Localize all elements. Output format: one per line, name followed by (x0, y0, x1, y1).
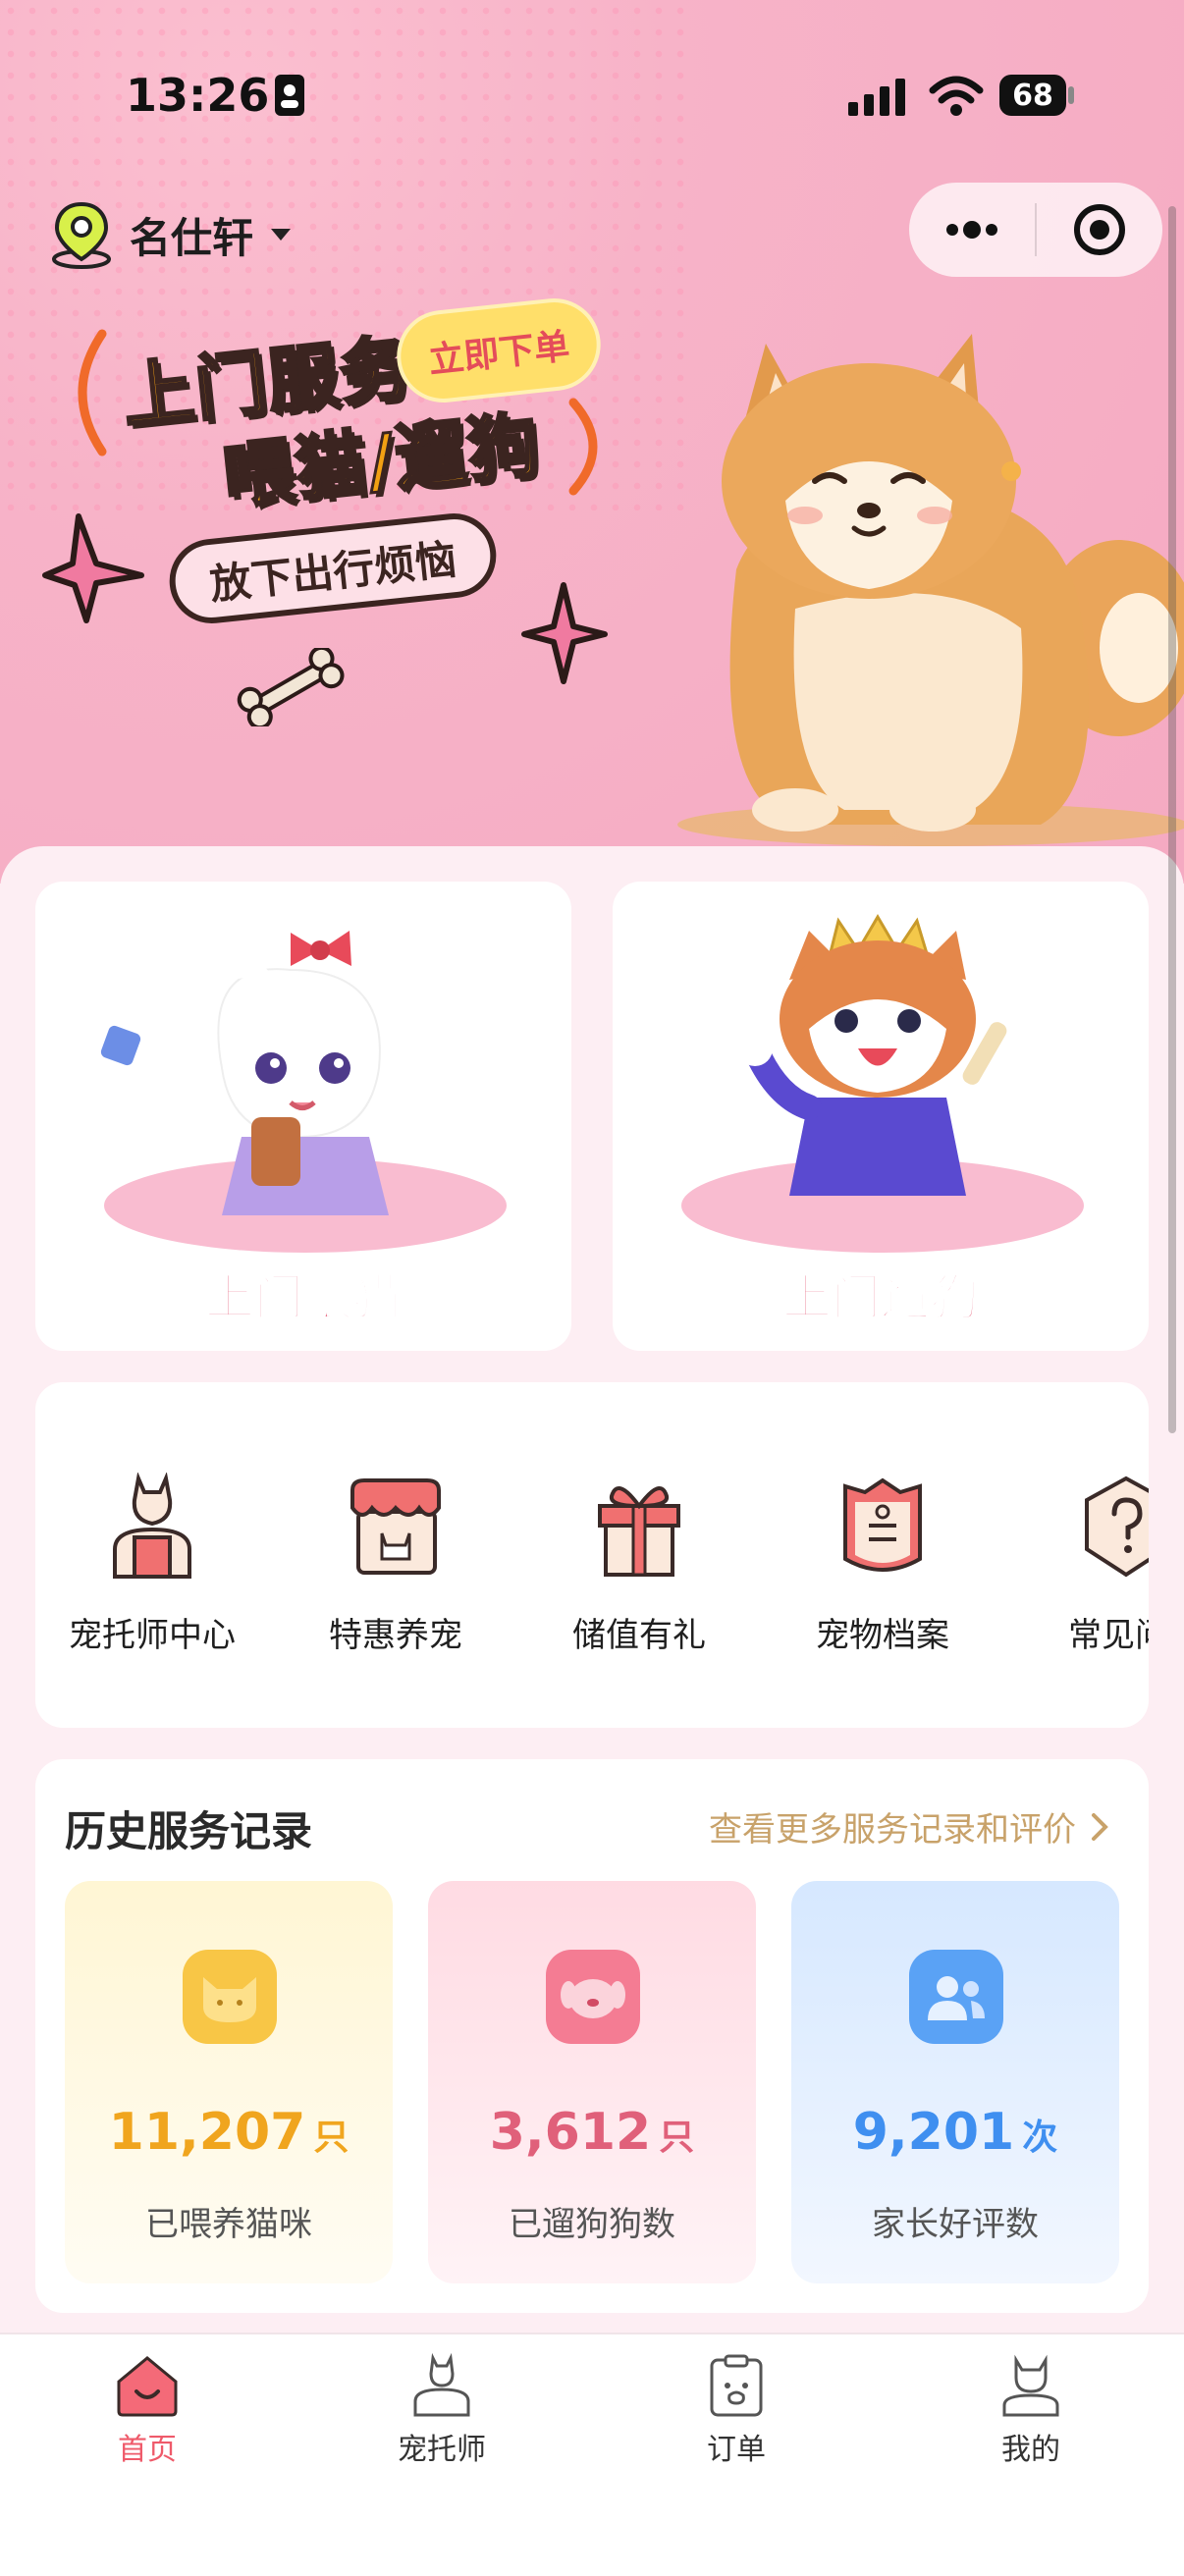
location-pin-icon (52, 201, 111, 269)
tab-orders[interactable]: 订单 (638, 2352, 834, 2468)
users-icon (909, 1950, 1003, 2044)
stat-unit: 只 (313, 2118, 350, 2158)
quick-item-pet-files[interactable]: 宠物档案 (780, 1473, 986, 1656)
stat-unit: 次 (1022, 2118, 1058, 2158)
tab-label: 首页 (118, 2433, 177, 2467)
stat-value: 11,207 只 (65, 2103, 393, 2162)
shop-icon (350, 1478, 441, 1575)
history-more-text: 查看更多服务记录和评价 (709, 1810, 1076, 1850)
location-name: 名仕轩 (130, 213, 254, 262)
id-card-icon (275, 75, 304, 116)
miniapp-capsule (909, 183, 1162, 277)
status-time: 13:26 (126, 69, 270, 122)
pet-file-icon (843, 1477, 922, 1572)
stat-number: 9,201 (852, 2103, 1015, 2162)
quick-label: 宠托师中心 (69, 1616, 236, 1655)
tab-mine[interactable]: 我的 (933, 2352, 1129, 2468)
stat-value: 9,201 次 (791, 2103, 1119, 2162)
stat-unit: 只 (659, 2118, 695, 2158)
gift-icon (598, 1486, 680, 1577)
battery-level: 68 (999, 75, 1066, 116)
cat-face-icon (183, 1950, 277, 2044)
stat-card-reviews: 9,201 次 家长好评数 (791, 1881, 1119, 2283)
tab-home[interactable]: 首页 (49, 2352, 245, 2468)
stat-card-dogs: 3,612 只 已遛狗狗数 (428, 1881, 756, 2283)
more-button[interactable] (909, 183, 1035, 277)
faq-icon (1085, 1476, 1149, 1578)
more-dots-icon (946, 221, 997, 239)
wifi-icon (929, 76, 984, 116)
home-icon (117, 2356, 178, 2417)
quick-label: 宠物档案 (816, 1616, 949, 1655)
tab-sitter[interactable]: 宠托师 (344, 2352, 540, 2468)
quick-item-sitter-center[interactable]: 宠托师中心 (49, 1472, 255, 1656)
quick-label: 储值有礼 (572, 1616, 706, 1655)
shiba-dog-illustration (677, 334, 1184, 846)
bone-icon (237, 648, 345, 726)
bracket-right-icon (568, 398, 598, 496)
stat-card-cats: 11,207 只 已喂养猫咪 (65, 1881, 393, 2283)
stat-number: 11,207 (108, 2103, 306, 2162)
quick-label: 特惠养宠 (329, 1616, 462, 1655)
target-close-icon (1074, 204, 1125, 255)
scrollbar[interactable] (1168, 206, 1176, 1433)
tab-label: 宠托师 (398, 2433, 486, 2467)
quick-item-faq[interactable]: 常见问 (1023, 1473, 1149, 1656)
hero-banner[interactable]: 13:26 68 名仕轩 上门服务 喂猫/遛狗 立即下单 放下出行烦恼 (0, 0, 1184, 884)
service-label-cat: 上门喂猫 (204, 1268, 403, 1327)
history-card: 历史服务记录 查看更多服务记录和评价 11,207 只 已喂养猫咪 3,612 只 … (35, 1759, 1149, 2313)
cat-illustration (100, 931, 507, 1253)
stat-number: 3,612 (489, 2103, 652, 2162)
quick-item-stored-value[interactable]: 储值有礼 (536, 1473, 742, 1656)
bracket-left-icon (78, 329, 107, 456)
stat-label: 已遛狗狗数 (509, 2205, 675, 2244)
history-title: 历史服务记录 (65, 1807, 313, 1855)
bottom-tab-bar: 首页 宠托师 订单 我的 (0, 2333, 1184, 2576)
dog-illustration (681, 914, 1084, 1253)
star-sparkle-icon (42, 513, 144, 623)
stat-label: 家长好评数 (872, 2205, 1039, 2244)
service-label-dog: 上门遛狗 (781, 1268, 980, 1327)
signal-icon (848, 79, 905, 116)
chevron-down-icon (271, 229, 292, 241)
location-selector[interactable]: 名仕轩 (49, 200, 293, 269)
history-more-link[interactable]: 查看更多服务记录和评价 (709, 1802, 1109, 1851)
close-miniapp-button[interactable] (1037, 183, 1162, 277)
clipboard-icon (710, 2354, 763, 2417)
quick-menu-card: 宠托师中心 特惠养宠 储值有礼 宠物档案 常见 (35, 1382, 1149, 1728)
profile-icon (1002, 2354, 1059, 2417)
tab-label: 我的 (1001, 2433, 1060, 2467)
chevron-right-icon (1092, 1812, 1108, 1841)
service-card-cat[interactable]: 上门喂猫 (35, 882, 571, 1351)
service-card-dog[interactable]: 上门遛狗 (613, 882, 1149, 1351)
sitter-icon (113, 1472, 191, 1579)
banner-tagline: 放下出行烦恼 (165, 509, 501, 628)
stat-label: 已喂养猫咪 (145, 2205, 312, 2244)
quick-item-discount-pets[interactable]: 特惠养宠 (293, 1473, 499, 1656)
quick-label: 常见问 (1068, 1616, 1149, 1655)
stat-value: 3,612 只 (428, 2103, 756, 2162)
dog-face-icon (546, 1950, 640, 2044)
tab-label: 订单 (707, 2433, 766, 2467)
star-sparkle-small-icon (521, 582, 608, 684)
status-indicators: 68 (846, 69, 1082, 124)
battery-cap (1068, 86, 1074, 104)
sitter-tab-icon (413, 2352, 470, 2417)
